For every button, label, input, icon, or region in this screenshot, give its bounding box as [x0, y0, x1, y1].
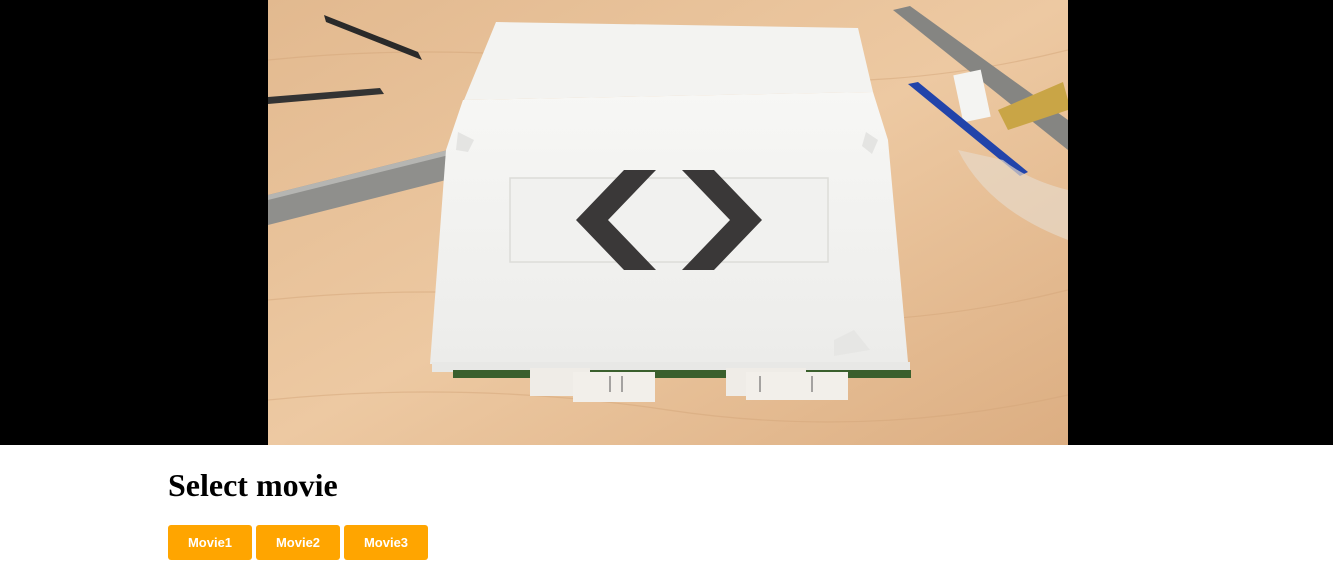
movie1-button[interactable]: Movie1 — [168, 525, 252, 560]
page-title: Select movie — [168, 467, 338, 503]
movie3-button[interactable]: Movie3 — [344, 525, 428, 560]
video-player[interactable] — [0, 0, 1333, 445]
video-frame[interactable] — [268, 0, 1068, 445]
movie2-button[interactable]: Movie2 — [256, 525, 340, 560]
video-still-image — [268, 0, 1068, 445]
movie-button-row: Movie1 Movie2 Movie3 — [168, 525, 428, 560]
